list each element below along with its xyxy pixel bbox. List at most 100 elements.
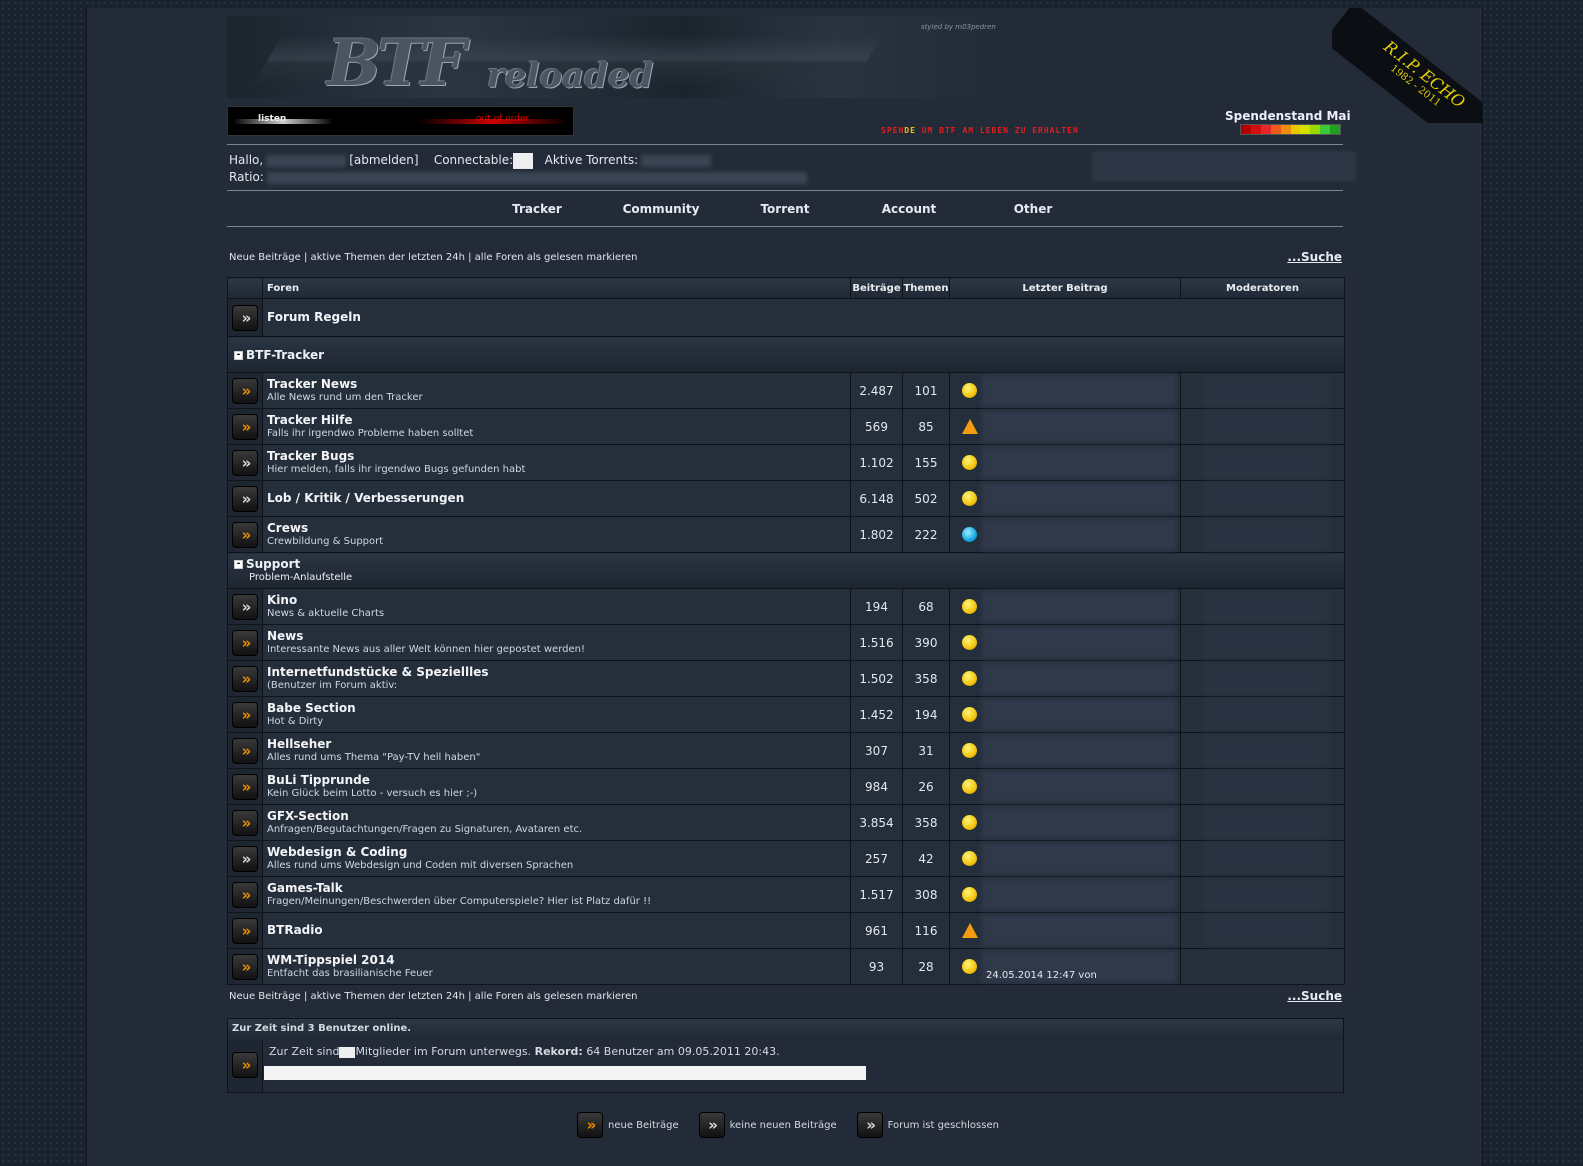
forum-row[interactable]: » Internetfundstücke & Speziellles (Benutz… xyxy=(227,660,1345,697)
donation-segment xyxy=(1300,125,1311,134)
category-support[interactable]: - Support Problem-Anlaufstelle xyxy=(227,552,1345,589)
forum-name[interactable]: Tracker Bugs xyxy=(267,449,850,463)
nav-torrent[interactable]: Torrent xyxy=(723,191,847,231)
moderators[interactable] xyxy=(1180,444,1345,481)
forum-desc: Entfacht das brasilianische Feuer xyxy=(267,967,433,979)
forum-row[interactable]: » Lob / Kritik / Verbesserungen 6.148 502 xyxy=(227,480,1345,517)
category-btf-tracker[interactable]: - BTF-Tracker xyxy=(227,336,1345,373)
moderators[interactable] xyxy=(1180,480,1345,517)
last-post[interactable] xyxy=(949,372,1181,409)
last-post[interactable] xyxy=(949,912,1181,949)
active-topics-link[interactable]: aktive Themen der letzten 24h xyxy=(311,252,465,263)
forum-row[interactable]: » Crews Crewbildung & Support 1.802 222 xyxy=(227,516,1345,553)
moderators[interactable] xyxy=(1180,660,1345,697)
mark-read-link[interactable]: alle Foren als gelesen markieren xyxy=(475,252,638,263)
last-post[interactable] xyxy=(949,588,1181,625)
last-post[interactable] xyxy=(949,840,1181,877)
radio-listen-link[interactable]: listen xyxy=(258,114,286,124)
collapse-icon[interactable]: - xyxy=(234,559,243,569)
nav-community[interactable]: Community xyxy=(599,191,723,231)
forum-row[interactable]: » Tracker Bugs Hier melden, falls ihr irge… xyxy=(227,444,1345,481)
moderators[interactable] xyxy=(1180,696,1345,733)
forum-name[interactable]: Webdesign & Coding xyxy=(267,845,850,859)
donate-link[interactable]: SPENDE UM BTF AM LEBEN ZU ERHALTEN xyxy=(881,126,1079,135)
last-post[interactable] xyxy=(949,876,1181,913)
nav-other[interactable]: Other xyxy=(971,191,1095,231)
forum-desc: Alles rund ums Thema "Pay-TV hell haben" xyxy=(267,751,481,763)
forum-name[interactable]: Forum Regeln xyxy=(267,310,361,324)
forum-name[interactable]: Lob / Kritik / Verbesserungen xyxy=(267,492,850,505)
last-post[interactable] xyxy=(949,732,1181,769)
forum-name[interactable]: Crews xyxy=(267,521,850,535)
search-link[interactable]: ...Suche xyxy=(1287,989,1342,1003)
new-posts-link[interactable]: Neue Beiträge xyxy=(229,252,301,263)
forum-name[interactable]: WM-Tippspiel 2014 xyxy=(267,953,850,967)
forum-name[interactable]: Internetfundstücke & Speziellles xyxy=(267,665,850,679)
user-toolbar-icons[interactable] xyxy=(1092,151,1356,181)
forum-row[interactable]: » WM-Tippspiel 2014 Entfacht das brasilian… xyxy=(227,948,1345,985)
post-count: 3.854 xyxy=(850,804,903,841)
forum-row[interactable]: » BuLi Tipprunde Kein Glück beim Lotto - v… xyxy=(227,768,1345,805)
forum-name[interactable]: Babe Section xyxy=(267,701,850,715)
forum-row-rules[interactable]: » Forum Regeln xyxy=(227,298,1345,337)
moderators[interactable] xyxy=(1180,804,1345,841)
last-post[interactable]: 24.05.2014 12:47 von xyxy=(949,948,1181,985)
moderators[interactable] xyxy=(1180,408,1345,445)
moderators[interactable] xyxy=(1180,840,1345,877)
forum-name[interactable]: BTRadio xyxy=(267,924,850,937)
moderators[interactable] xyxy=(1180,768,1345,805)
forum-row[interactable]: » GFX-Section Anfragen/Begutachtungen/Frag… xyxy=(227,804,1345,841)
last-post[interactable] xyxy=(949,624,1181,661)
forum-row[interactable]: » Webdesign & Coding Alles rund ums Webdes… xyxy=(227,840,1345,877)
site-banner[interactable]: BTF reloaded xyxy=(227,16,987,98)
new-posts-icon: » xyxy=(232,413,258,440)
moderators[interactable] xyxy=(1180,588,1345,625)
last-post[interactable] xyxy=(949,516,1181,553)
nav-tracker[interactable]: Tracker xyxy=(475,191,599,231)
post-count: 1.502 xyxy=(850,660,903,697)
forum-row[interactable]: » Kino News & aktuelle Charts 194 68 xyxy=(227,588,1345,625)
forum-name[interactable]: Kino xyxy=(267,593,850,607)
last-post[interactable] xyxy=(949,768,1181,805)
last-post[interactable] xyxy=(949,408,1181,445)
moderators[interactable] xyxy=(1180,912,1345,949)
forum-name[interactable]: GFX-Section xyxy=(267,809,850,823)
forum-desc: Alle News rund um den Tracker xyxy=(267,391,423,403)
forum-row[interactable]: » Babe Section Hot & Dirty 1.452 194 xyxy=(227,696,1345,733)
forum-row[interactable]: » Tracker News Alle News rund um den Track… xyxy=(227,372,1345,409)
mark-read-link[interactable]: alle Foren als gelesen markieren xyxy=(475,991,638,1002)
forum-desc: Hot & Dirty xyxy=(267,715,324,727)
active-topics-link[interactable]: aktive Themen der letzten 24h xyxy=(311,991,465,1002)
moderators[interactable] xyxy=(1180,948,1345,985)
moderators[interactable] xyxy=(1180,516,1345,553)
forum-name[interactable]: Tracker News xyxy=(267,377,850,391)
moderators[interactable] xyxy=(1180,624,1345,661)
forum-desc: Falls ihr irgendwo Probleme haben sollte… xyxy=(267,427,474,439)
forum-row[interactable]: » News Interessante News aus aller Welt kö… xyxy=(227,624,1345,661)
last-post[interactable] xyxy=(949,480,1181,517)
collapse-icon[interactable]: - xyxy=(234,350,243,360)
forum-row[interactable]: » BTRadio 961 116 xyxy=(227,912,1345,949)
last-post[interactable] xyxy=(949,804,1181,841)
last-post[interactable] xyxy=(949,444,1181,481)
forum-name[interactable]: Tracker Hilfe xyxy=(267,413,850,427)
last-post[interactable] xyxy=(949,696,1181,733)
forum-name[interactable]: Games-Talk xyxy=(267,881,850,895)
post-count: 984 xyxy=(850,768,903,805)
nav-account[interactable]: Account xyxy=(847,191,971,231)
moderators[interactable] xyxy=(1180,372,1345,409)
forum-name[interactable]: Hellseher xyxy=(267,737,850,751)
username[interactable] xyxy=(266,154,347,167)
forum-row[interactable]: » Hellseher Alles rund ums Thema "Pay-TV h… xyxy=(227,732,1345,769)
last-post[interactable] xyxy=(949,660,1181,697)
moderators[interactable] xyxy=(1180,876,1345,913)
forum-name[interactable]: BuLi Tipprunde xyxy=(267,773,850,787)
radio-player[interactable]: listen out of order xyxy=(227,106,574,136)
moderators[interactable] xyxy=(1180,732,1345,769)
forum-name[interactable]: News xyxy=(267,629,850,643)
search-link[interactable]: ...Suche xyxy=(1287,250,1342,264)
logout-link[interactable]: [abmelden] xyxy=(349,153,418,167)
forum-row[interactable]: » Games-Talk Fragen/Meinungen/Beschwerden … xyxy=(227,876,1345,913)
new-posts-link[interactable]: Neue Beiträge xyxy=(229,991,301,1002)
forum-row[interactable]: » Tracker Hilfe Falls ihr irgendwo Problem… xyxy=(227,408,1345,445)
